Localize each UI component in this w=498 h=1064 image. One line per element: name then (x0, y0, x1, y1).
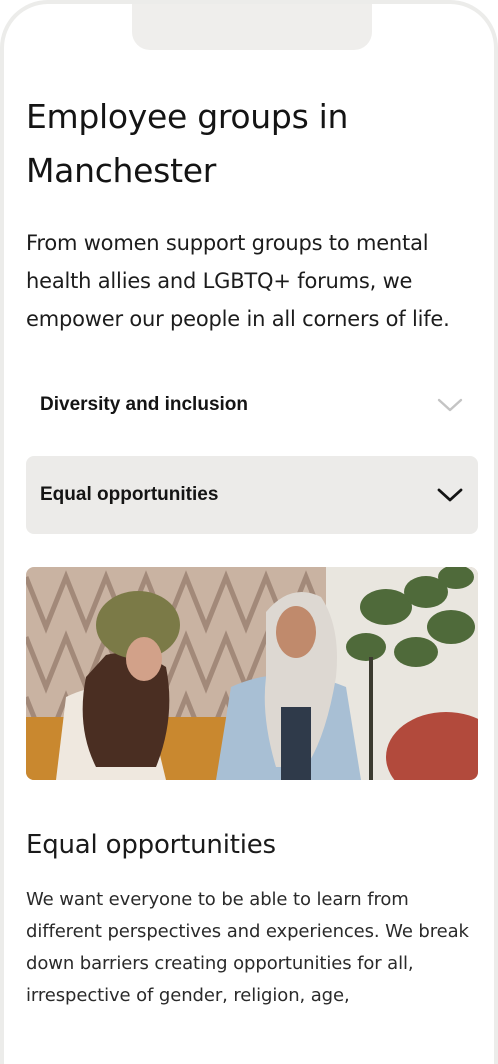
accordion-item-diversity-and-inclusion[interactable]: Diversity and inclusion (26, 366, 478, 444)
chevron-down-icon (436, 396, 464, 414)
section-body: We want everyone to be able to learn fro… (26, 889, 469, 1006)
accordion-item-label: Equal opportunities (40, 484, 219, 505)
device-notch (132, 4, 372, 50)
accordion: Diversity and inclusion Equal opportunit… (26, 366, 478, 534)
section-title: Equal opportunities (26, 830, 276, 860)
accordion-item-label: Diversity and inclusion (40, 394, 248, 415)
main-content: Employee groups in Manchester From women… (26, 90, 478, 1012)
accordion-item-equal-opportunities[interactable]: Equal opportunities (26, 456, 478, 534)
intro-paragraph: From women support groups to mental heal… (26, 231, 450, 331)
chevron-down-icon (436, 486, 464, 504)
employee-group-photo (26, 567, 478, 780)
phone-frame: Employee groups in Manchester From women… (0, 0, 498, 1064)
page-title: Employee groups in Manchester (26, 97, 349, 190)
